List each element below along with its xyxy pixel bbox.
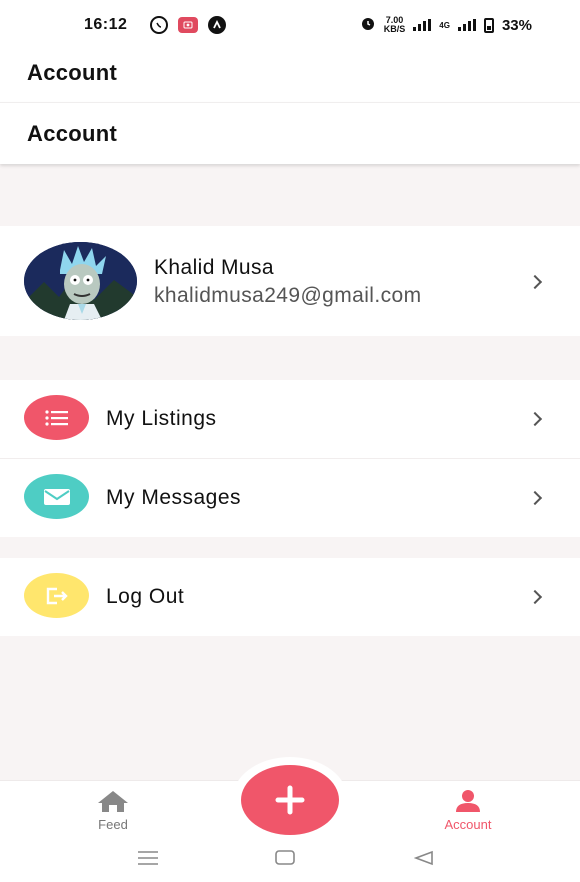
plus-icon xyxy=(275,785,305,815)
screen-header: Account xyxy=(0,102,580,164)
system-nav-bar xyxy=(0,842,580,882)
avatar xyxy=(24,242,137,320)
profile-email: khalidmusa249@gmail.com xyxy=(154,284,422,307)
list-icon xyxy=(24,395,89,440)
mail-icon xyxy=(24,474,89,519)
nav-account-label: Account xyxy=(444,817,492,832)
whatsapp-icon xyxy=(150,16,168,34)
menu-item-log-out[interactable]: Log Out xyxy=(0,558,580,636)
nav-account[interactable]: Account xyxy=(423,789,513,832)
chevron-right-icon xyxy=(527,490,543,506)
nav-feed[interactable]: Feed xyxy=(68,789,158,832)
wifi-signal-icon xyxy=(413,19,432,31)
home-icon xyxy=(98,791,128,812)
recent-apps-icon[interactable] xyxy=(137,850,159,866)
menu-item-label: My Listings xyxy=(106,407,217,430)
network-speed: 7.00 KB/S xyxy=(384,16,406,34)
chevron-right-icon xyxy=(527,589,543,605)
app-header: Account xyxy=(0,52,580,102)
page-title: Account xyxy=(27,121,118,146)
cell-signal-icon xyxy=(457,19,476,31)
status-time: 16:12 xyxy=(84,16,128,33)
battery-percent: 33% xyxy=(501,16,532,34)
user-icon xyxy=(456,790,480,812)
profile-card[interactable]: Khalid Musa khalidmusa249@gmail.com xyxy=(0,226,580,336)
menu-item-label: My Messages xyxy=(106,486,242,509)
network-speed-unit: KB/S xyxy=(383,24,406,34)
logout-icon xyxy=(24,573,89,618)
network-type: 4G xyxy=(439,20,450,30)
add-listing-button[interactable] xyxy=(241,765,339,835)
home-button-icon[interactable] xyxy=(275,850,295,866)
chevron-right-icon xyxy=(527,411,543,427)
status-right: 7.00 KB/S 4G 33% xyxy=(360,15,532,35)
menu-item-my-messages[interactable]: My Messages xyxy=(0,459,580,537)
status-app-icons xyxy=(150,16,226,34)
alarm-icon xyxy=(360,15,376,35)
app-title: Account xyxy=(27,60,118,85)
app-a-icon xyxy=(208,16,226,34)
chevron-right-icon xyxy=(527,274,543,290)
battery-icon xyxy=(483,17,494,33)
nav-feed-label: Feed xyxy=(98,817,128,832)
video-app-icon xyxy=(178,17,198,33)
back-icon[interactable] xyxy=(414,850,434,866)
profile-name: Khalid Musa xyxy=(154,256,274,279)
status-bar: 16:12 7.00 KB/S 4G 33% xyxy=(0,0,580,52)
menu-item-my-listings[interactable]: My Listings xyxy=(0,380,580,458)
menu-item-label: Log Out xyxy=(106,585,185,608)
